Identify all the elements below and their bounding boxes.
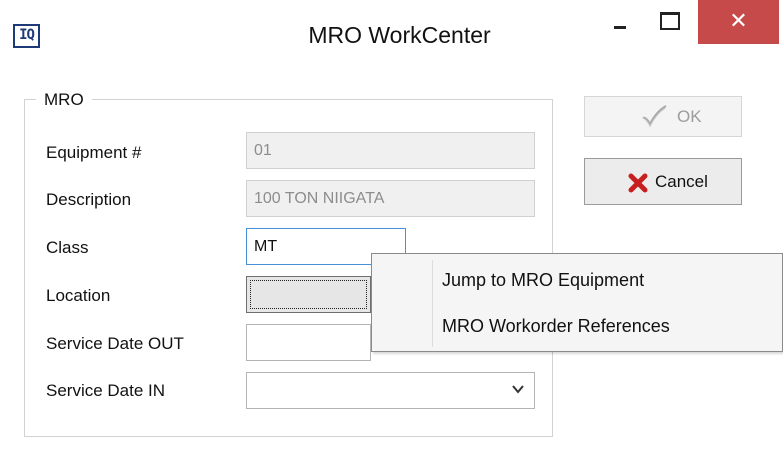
menu-item-jump-to-mro-equipment[interactable]: Jump to MRO Equipment: [442, 270, 644, 291]
cancel-label: Cancel: [655, 172, 708, 191]
cancel-button[interactable]: Cancel: [584, 158, 742, 205]
service-date-out-label: Service Date OUT: [46, 334, 184, 353]
title-bar[interactable]: IQ MRO WorkCenter ✕: [0, 0, 783, 80]
close-icon: ✕: [729, 9, 748, 34]
mro-groupbox-label: MRO: [36, 90, 92, 110]
description-field[interactable]: 100 TON NIIGATA: [246, 180, 535, 217]
checkmark-icon: [642, 105, 667, 128]
service-date-in-field[interactable]: [246, 372, 535, 409]
ok-button[interactable]: OK: [584, 96, 742, 137]
menu-gutter-divider: [432, 260, 433, 347]
chevron-down-icon[interactable]: [511, 382, 525, 396]
location-field[interactable]: [246, 276, 371, 313]
ok-label: OK: [677, 107, 702, 126]
x-icon: [628, 173, 648, 193]
description-label: Description: [46, 190, 132, 209]
close-button[interactable]: ✕: [698, 0, 779, 44]
maximize-button[interactable]: [648, 0, 694, 46]
menu-item-mro-workorder-references[interactable]: MRO Workorder References: [442, 316, 670, 337]
minimize-button[interactable]: [600, 0, 646, 46]
service-date-out-field[interactable]: [246, 324, 371, 361]
equipment-label: Equipment #: [46, 143, 142, 162]
equipment-field[interactable]: 01: [246, 132, 535, 169]
class-label: Class: [46, 238, 89, 257]
context-menu: Jump to MRO Equipment MRO Workorder Refe…: [371, 253, 783, 352]
mro-workcenter-window: IQ MRO WorkCenter ✕ MRO Equipment # 01 D…: [0, 0, 783, 457]
service-date-in-label: Service Date IN: [46, 381, 166, 400]
location-label: Location: [46, 286, 111, 305]
